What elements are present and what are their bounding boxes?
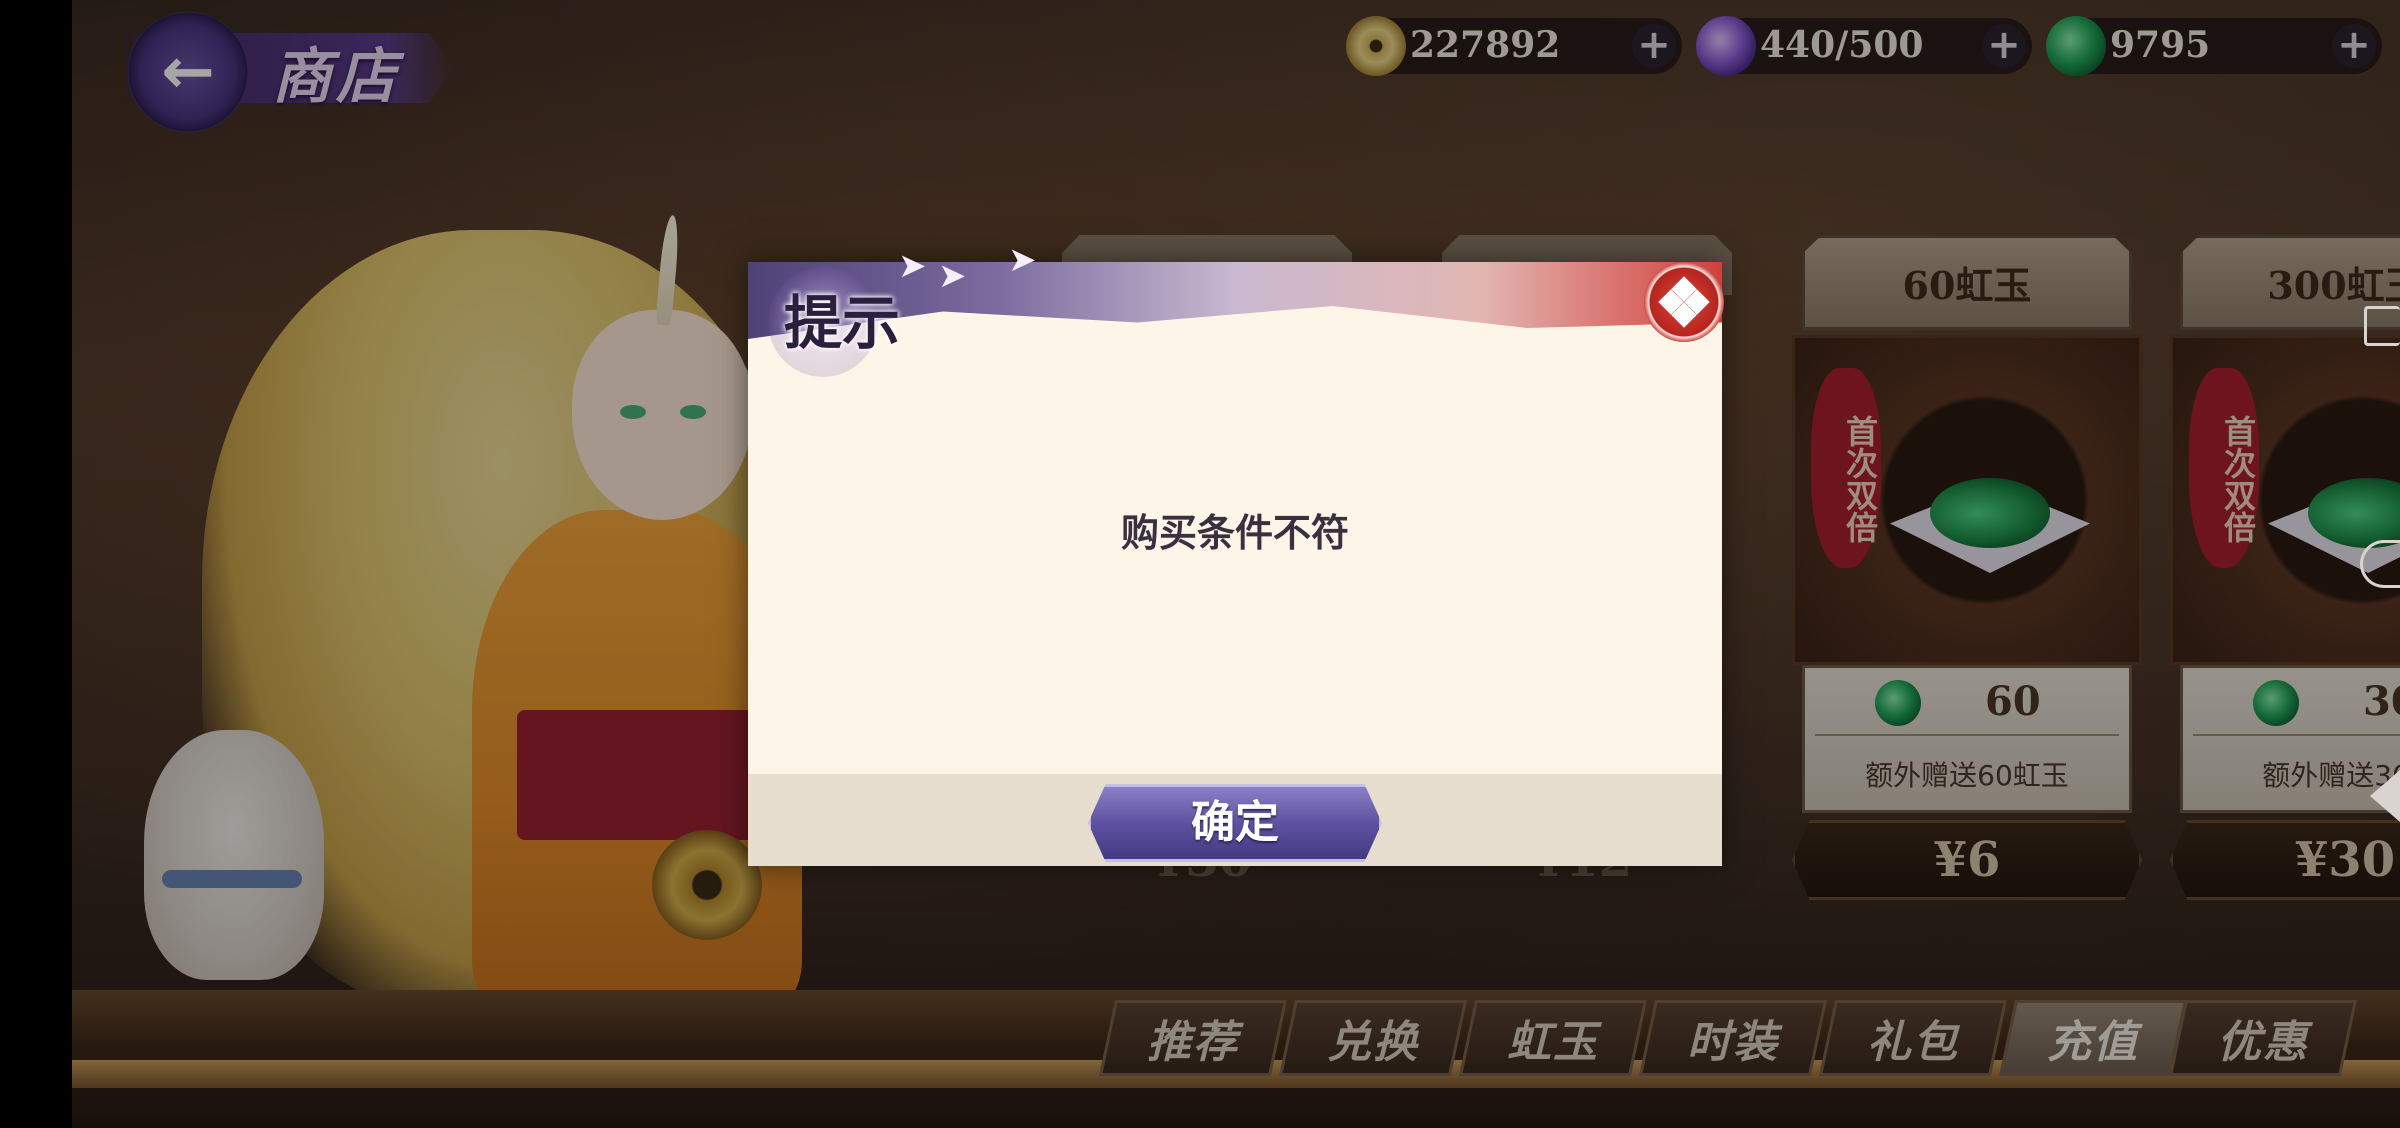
back-nav-icon[interactable] <box>2370 770 2400 822</box>
notice-dialog: ➤ ➤ ➤ 提示 购买条件不符 确定 <box>748 240 1724 866</box>
confirm-button[interactable]: 确定 <box>1088 784 1382 862</box>
close-icon <box>1658 276 1710 328</box>
close-button[interactable] <box>1644 262 1724 342</box>
dialog-message: 购买条件不符 <box>1120 510 1349 555</box>
recent-apps-icon[interactable] <box>2364 306 2400 346</box>
left-letterbox <box>0 0 72 1128</box>
home-icon[interactable] <box>2360 540 2400 588</box>
dialog-title: 提示 <box>784 289 901 357</box>
